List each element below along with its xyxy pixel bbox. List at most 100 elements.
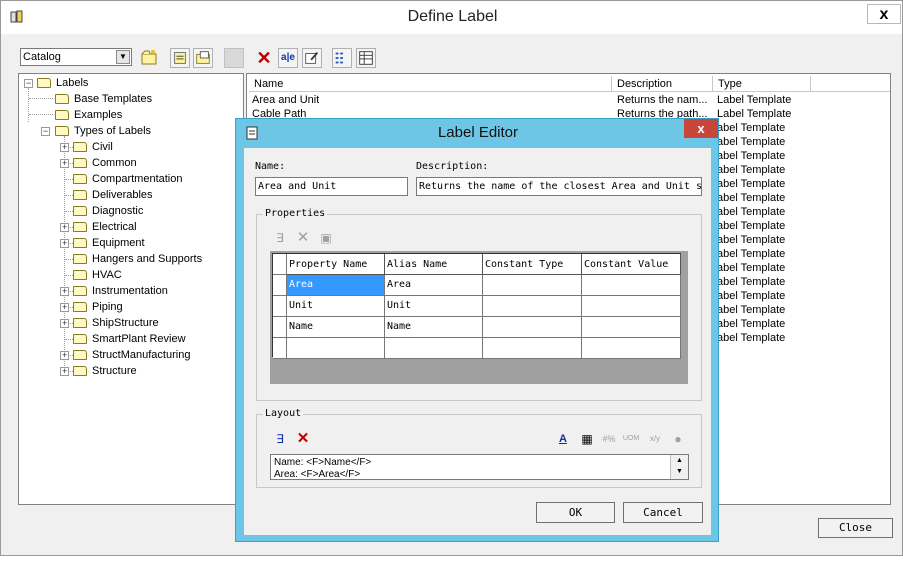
row-selector[interactable] — [273, 296, 287, 317]
edit-properties-icon[interactable] — [302, 48, 322, 68]
grid-cell[interactable] — [483, 275, 582, 296]
expand-icon[interactable]: + — [60, 239, 69, 248]
ok-button[interactable]: OK — [536, 502, 615, 523]
grid-cell[interactable]: Area — [385, 275, 483, 296]
expand-icon[interactable]: + — [60, 287, 69, 296]
column-header-name[interactable]: Name — [249, 76, 612, 92]
tree-node[interactable]: Diagnostic — [73, 203, 143, 219]
tree-node[interactable]: Compartmentation — [73, 171, 183, 187]
close-button[interactable]: Close — [818, 518, 893, 538]
list-cell-type[interactable]: abel Template — [717, 303, 785, 317]
tree-node[interactable]: HVAC — [73, 267, 122, 283]
name-field[interactable]: Area and Unit — [255, 177, 408, 196]
list-cell-type[interactable]: abel Template — [717, 247, 785, 261]
properties-grid[interactable]: Property Name Alias Name Constant Type Cons… — [270, 251, 688, 384]
description-field[interactable]: Returns the name of the closest Area and… — [416, 177, 702, 196]
tree-node[interactable]: Types of Labels — [55, 123, 151, 139]
cancel-button[interactable]: Cancel — [623, 502, 703, 523]
tree-node[interactable]: Equipment — [73, 235, 145, 251]
tree-node[interactable]: Piping — [73, 299, 123, 315]
grid-header[interactable]: Constant Type — [483, 254, 582, 275]
list-cell-type[interactable]: abel Template — [717, 163, 785, 177]
tree-node[interactable]: Common — [73, 155, 137, 171]
tree-node[interactable]: Instrumentation — [73, 283, 168, 299]
list-cell-type[interactable]: Label Template — [717, 107, 791, 121]
grid-header[interactable]: Alias Name — [385, 254, 483, 275]
list-cell-type[interactable]: abel Template — [717, 331, 785, 345]
grid-header[interactable]: Constant Value — [582, 254, 681, 275]
list-cell-name[interactable]: Area and Unit — [252, 93, 319, 107]
list-cell-type[interactable]: abel Template — [717, 149, 785, 163]
details-view-icon[interactable] — [356, 48, 376, 68]
list-cell-type[interactable]: abel Template — [717, 219, 785, 233]
collapse-icon[interactable]: − — [24, 79, 33, 88]
tree-node[interactable]: Examples — [55, 107, 122, 123]
expand-icon[interactable]: + — [60, 143, 69, 152]
list-cell-type[interactable]: abel Template — [717, 233, 785, 247]
list-cell-type[interactable]: abel Template — [717, 289, 785, 303]
grid-header[interactable]: Property Name — [287, 254, 385, 275]
tree-node[interactable]: Deliverables — [73, 187, 153, 203]
grid-cell[interactable] — [483, 317, 582, 338]
grid-cell[interactable] — [582, 317, 681, 338]
tree-node[interactable]: StructManufacturing — [73, 347, 190, 363]
grid-cell[interactable]: Area — [287, 275, 385, 296]
rename-icon[interactable]: a|e — [278, 48, 298, 68]
column-header-type[interactable]: Type — [713, 76, 811, 92]
tree-node[interactable]: SmartPlant Review — [73, 331, 186, 347]
properties-icon[interactable] — [170, 48, 190, 68]
grid-cell[interactable]: Name — [385, 317, 483, 338]
new-folder-icon[interactable] — [139, 47, 159, 67]
grid-cell[interactable] — [287, 338, 385, 359]
list-cell-type[interactable]: abel Template — [717, 191, 785, 205]
column-header-description[interactable]: Description — [612, 76, 713, 92]
row-selector[interactable] — [273, 338, 287, 359]
list-cell-type[interactable]: abel Template — [717, 261, 785, 275]
grid-cell[interactable] — [483, 296, 582, 317]
expand-icon[interactable]: + — [60, 319, 69, 328]
grid-cell[interactable]: Name — [287, 317, 385, 338]
grid-cell[interactable] — [582, 275, 681, 296]
dialog-close-button[interactable]: x — [684, 119, 718, 138]
list-cell-type[interactable]: abel Template — [717, 135, 785, 149]
expand-icon[interactable]: + — [60, 303, 69, 312]
row-selector[interactable] — [273, 275, 287, 296]
list-cell-description[interactable]: Returns the nam... — [617, 93, 708, 107]
collapse-icon[interactable]: − — [41, 127, 50, 136]
layout-scrollbar[interactable]: ▲ ▼ — [670, 455, 688, 479]
list-cell-type[interactable]: abel Template — [717, 317, 785, 331]
list-cell-type[interactable]: Label Template — [717, 93, 791, 107]
list-cell-type[interactable]: abel Template — [717, 275, 785, 289]
chevron-down-icon[interactable]: ▼ — [116, 50, 130, 64]
window-close-button[interactable]: x — [867, 4, 901, 24]
expand-icon[interactable]: + — [60, 159, 69, 168]
grid-cell[interactable] — [582, 338, 681, 359]
layout-text-area[interactable]: Name: <F>Name</F> Area: <F>Area</F> ▲ ▼ — [270, 454, 689, 480]
delete-field-icon[interactable]: ✕ — [293, 429, 313, 449]
expand-icon[interactable]: + — [60, 367, 69, 376]
tree-node[interactable]: Structure — [73, 363, 137, 379]
tree-node[interactable]: Civil — [73, 139, 113, 155]
list-cell-type[interactable]: abel Template — [717, 177, 785, 191]
list-view-icon[interactable] — [332, 48, 352, 68]
list-cell-type[interactable]: abel Template — [717, 121, 785, 135]
list-cell-type[interactable]: abel Template — [717, 205, 785, 219]
expand-icon[interactable]: + — [60, 223, 69, 232]
expand-icon[interactable]: + — [60, 351, 69, 360]
grid-cell[interactable] — [582, 296, 681, 317]
label-tree[interactable]: − Labels Base Templates Examples − Types… — [18, 73, 244, 505]
open-folder-icon[interactable] — [193, 48, 213, 68]
row-selector[interactable] — [273, 317, 287, 338]
grid-cell[interactable] — [483, 338, 582, 359]
tree-node[interactable]: Base Templates — [55, 91, 152, 107]
tree-node[interactable]: ShipStructure — [73, 315, 159, 331]
delete-icon[interactable]: ✕ — [254, 48, 274, 68]
catalog-dropdown[interactable]: Catalog ▼ — [20, 48, 132, 66]
grid-cell[interactable]: Unit — [287, 296, 385, 317]
tree-node[interactable]: Electrical — [73, 219, 137, 235]
grid-cell[interactable] — [385, 338, 483, 359]
grid-cell[interactable]: Unit — [385, 296, 483, 317]
insert-field-icon[interactable]: ∃ — [270, 429, 290, 449]
table-icon[interactable]: ▦ — [577, 429, 597, 449]
font-icon[interactable]: A — [553, 429, 573, 449]
